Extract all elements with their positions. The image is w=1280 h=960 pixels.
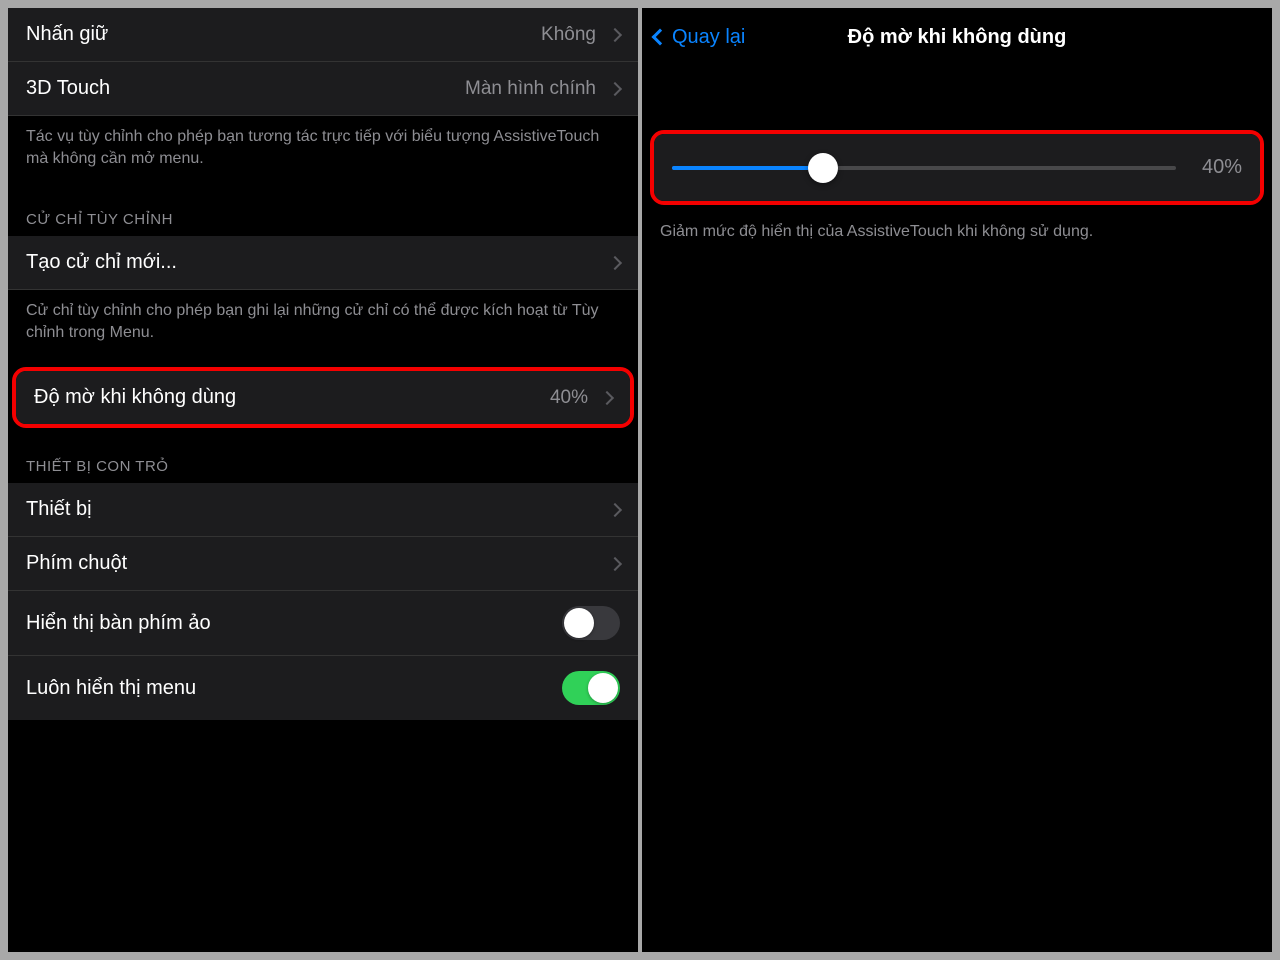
row-always-show-menu[interactable]: Luôn hiển thị menu xyxy=(8,656,638,720)
show-keyboard-label: Hiển thị bàn phím ảo xyxy=(26,612,211,635)
navbar: Quay lại Độ mờ khi không dùng xyxy=(642,8,1272,66)
show-keyboard-toggle[interactable] xyxy=(562,606,620,640)
slider-highlight: 40% xyxy=(650,130,1264,205)
mouse-keys-label: Phím chuột xyxy=(26,552,127,575)
section-header-custom-gestures: CỬ CHỈ TÙY CHỈNH xyxy=(8,187,638,236)
idle-opacity-highlight-wrap: Độ mờ khi không dùng 40% xyxy=(8,361,638,434)
idle-opacity-label: Độ mờ khi không dùng xyxy=(34,386,236,409)
settings-pane-right: Quay lại Độ mờ khi không dùng 40% Giảm m… xyxy=(642,8,1272,952)
settings-pane-left: Nhấn giữ Không 3D Touch Màn hình chính T… xyxy=(8,8,638,952)
row-opacity-slider: 40% xyxy=(654,134,1260,201)
back-label: Quay lại xyxy=(672,26,745,49)
idle-opacity-value-text: 40% xyxy=(550,387,588,409)
row-3d-touch[interactable]: 3D Touch Màn hình chính xyxy=(8,62,638,116)
press-hold-label: Nhấn giữ xyxy=(26,23,108,46)
slider-fill xyxy=(672,166,823,170)
devices-chevron-wrap xyxy=(604,505,620,515)
page-title: Độ mờ khi không dùng xyxy=(848,26,1067,49)
chevron-left-icon xyxy=(652,29,669,46)
toggle-knob xyxy=(588,673,618,703)
touch3d-value: Màn hình chính xyxy=(465,78,620,100)
touch3d-value-text: Màn hình chính xyxy=(465,78,596,100)
top-footer-text: Tác vụ tùy chỉnh cho phép bạn tương tác … xyxy=(8,116,638,187)
idle-opacity-value: 40% xyxy=(550,387,612,409)
mouse-keys-chevron-wrap xyxy=(604,559,620,569)
back-button[interactable]: Quay lại xyxy=(654,26,745,49)
row-show-keyboard[interactable]: Hiển thị bàn phím ảo xyxy=(8,591,638,656)
devices-label: Thiết bị xyxy=(26,498,92,521)
chevron-right-icon xyxy=(608,256,622,270)
idle-opacity-highlight: Độ mờ khi không dùng 40% xyxy=(12,367,634,428)
opacity-slider[interactable] xyxy=(672,166,1176,170)
chevron-right-icon xyxy=(608,557,622,571)
press-hold-value-text: Không xyxy=(541,24,596,46)
row-mouse-keys[interactable]: Phím chuột xyxy=(8,537,638,591)
opacity-slider-value: 40% xyxy=(1192,156,1242,179)
row-devices[interactable]: Thiết bị xyxy=(8,483,638,537)
row-press-hold[interactable]: Nhấn giữ Không xyxy=(8,8,638,62)
row-create-gesture[interactable]: Tạo cử chỉ mới... xyxy=(8,236,638,290)
row-idle-opacity[interactable]: Độ mờ khi không dùng 40% xyxy=(16,371,630,424)
opacity-footer-text: Giảm mức độ hiển thị của AssistiveTouch … xyxy=(642,211,1272,261)
touch3d-label: 3D Touch xyxy=(26,77,110,100)
slider-thumb[interactable] xyxy=(808,153,838,183)
toggle-knob xyxy=(564,608,594,638)
always-menu-toggle[interactable] xyxy=(562,671,620,705)
create-gesture-label: Tạo cử chỉ mới... xyxy=(26,251,177,274)
custom-gestures-footer: Cử chỉ tùy chỉnh cho phép bạn ghi lại nh… xyxy=(8,290,638,361)
chevron-right-icon xyxy=(608,503,622,517)
chevron-right-icon xyxy=(608,81,622,95)
chevron-right-icon xyxy=(608,27,622,41)
press-hold-value: Không xyxy=(541,24,620,46)
create-gesture-chevron-wrap xyxy=(604,258,620,268)
chevron-right-icon xyxy=(600,391,614,405)
slider-highlight-wrap: 40% xyxy=(642,66,1272,211)
always-menu-label: Luôn hiển thị menu xyxy=(26,677,196,700)
section-header-pointer-devices: THIẾT BỊ CON TRỎ xyxy=(8,434,638,483)
